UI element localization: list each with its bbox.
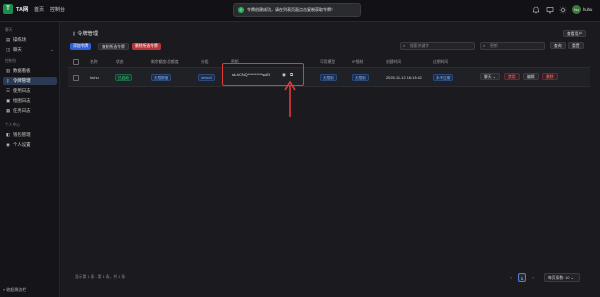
sidebar-item-label: 操练场 <box>13 37 27 42</box>
key-search-input[interactable]: ⌕ 密钥 <box>480 42 545 50</box>
collapse-sidebar-button[interactable]: « 收起侧边栏 <box>3 287 26 293</box>
keyword-search-input[interactable]: ⌕ 搜索关键字 <box>400 42 475 50</box>
col-status[interactable]: 状态 <box>116 58 124 66</box>
col-group[interactable]: 分组 <box>201 58 209 66</box>
sidebar-group-console: 控制台 <box>5 59 17 63</box>
pagination-summary: 显示第 1 条 - 第 1 条，共 1 条 <box>75 275 126 279</box>
models-badge: 无限制 <box>320 74 337 81</box>
next-page-icon[interactable]: › <box>530 273 536 282</box>
user-icon: ◉ <box>6 142 10 147</box>
add-token-button[interactable]: 添加令牌 <box>70 43 92 50</box>
col-created[interactable]: 创建时间 <box>386 58 401 66</box>
col-expire[interactable]: 过期时间 <box>433 58 448 66</box>
page-1[interactable]: 1 <box>518 273 526 282</box>
app-logo[interactable]: T <box>3 4 13 14</box>
list-icon: ☰ <box>6 88 11 93</box>
eye-icon[interactable]: ◉ <box>282 72 286 78</box>
success-toast: ✓ 令牌创建成功，请在列表页面点击复制获取令牌！ <box>233 3 361 17</box>
task-icon: ▦ <box>6 108 11 113</box>
toast-text: 令牌创建成功，请在列表页面点击复制获取令牌！ <box>247 7 335 12</box>
chevron-down-icon: ⌄ <box>570 276 574 280</box>
token-table: 名称 状态 剩余额度/总额度 分组 密钥 可用模型 IP限制 创建时间 过期时间… <box>68 58 593 268</box>
top-bar: T TA网 首页 控制台 ✓ 令牌创建成功，请在列表页面点击复制获取令牌！ hu… <box>0 0 600 22</box>
created-time: 2025-11-12 16:13:42 <box>386 75 422 80</box>
query-button[interactable]: 查询 <box>550 42 566 49</box>
copy-selected-button[interactable]: 复制所选令牌 <box>98 43 129 50</box>
key-icon: ⚷ <box>6 78 10 83</box>
col-ip[interactable]: IP限制 <box>352 58 363 66</box>
col-name[interactable]: 名称 <box>90 58 98 66</box>
delete-button[interactable]: 删除 <box>542 73 558 80</box>
wallet-icon: ◧ <box>6 132 11 137</box>
sidebar-item-task-log[interactable]: ▦ 任务日志 <box>3 107 57 115</box>
sidebar-item-usage-log[interactable]: ☰ 使用日志 <box>3 87 57 95</box>
prev-page-icon[interactable]: ‹ <box>508 273 514 282</box>
status-badge: 已启用 <box>115 74 132 81</box>
delete-selected-button[interactable]: 删除所选令牌 <box>132 43 161 50</box>
monitor-icon[interactable] <box>546 6 554 14</box>
sidebar-item-drawing-log[interactable]: ▣ 绘图日志 <box>3 97 57 105</box>
app-title[interactable]: TA网 <box>16 5 28 13</box>
token-name: huhu <box>90 75 99 80</box>
search-icon: ⌕ <box>403 44 406 48</box>
expire-badge: 永不过期 <box>433 74 454 81</box>
sidebar-item-tokens[interactable]: ⚷ 令牌管理 <box>3 77 57 85</box>
sidebar-item-label: 任务日志 <box>13 108 31 113</box>
sidebar-group-personal: 个人中心 <box>5 123 21 127</box>
sun-icon[interactable] <box>559 6 567 14</box>
copy-icon[interactable]: ⧉ <box>290 72 293 77</box>
check-circle-icon: ✓ <box>238 7 244 13</box>
sidebar-item-dashboard[interactable]: ▥ 数据看板 <box>3 67 57 75</box>
user-avatar[interactable]: hu <box>572 5 581 14</box>
layers-icon: ▤ <box>6 37 11 42</box>
sidebar-item-label: 令牌管理 <box>13 78 31 83</box>
page-title-text: 令牌管理 <box>77 31 99 37</box>
sidebar-item-label: 使用日志 <box>13 88 31 93</box>
ip-badge: 无限制 <box>352 74 369 81</box>
table-row[interactable]: huhu 已启用 无限额度 default 无限制 无限制 2025-11-12… <box>68 67 590 87</box>
sidebar-item-label: 数据看板 <box>13 68 31 73</box>
edit-button[interactable]: 编辑 <box>523 73 539 80</box>
row-checkbox[interactable] <box>73 75 79 81</box>
nav-home[interactable]: 首页 <box>34 6 44 13</box>
sidebar: 聊天 ▤ 操练场 ◫ 聊天 ⌄ 控制台 ▥ 数据看板 ⚷ 令牌管理 ☰ 使用日志… <box>0 22 60 297</box>
chart-icon: ▥ <box>6 68 11 73</box>
sidebar-item-settings[interactable]: ◉ 个人设置 <box>3 141 57 149</box>
sidebar-item-label: 聊天 <box>13 47 22 52</box>
sidebar-item-wallet[interactable]: ◧ 钱包管理 <box>3 131 57 139</box>
chat-icon: ◫ <box>6 47 11 52</box>
sidebar-item-playground[interactable]: ▤ 操练场 <box>3 36 57 44</box>
main-panel: ⚷ 令牌管理 查看用户 添加令牌 复制所选令牌 删除所选令牌 ⌕ 搜索关键字 ⌕… <box>60 22 600 297</box>
chevron-down-icon: ⌄ <box>50 47 54 52</box>
col-quota[interactable]: 剩余额度/总额度 <box>151 58 179 66</box>
sidebar-item-label: 绘图日志 <box>13 98 31 103</box>
sidebar-item-chat[interactable]: ◫ 聊天 ⌄ <box>3 46 57 54</box>
view-users-button[interactable]: 查看用户 <box>563 30 587 37</box>
page-title: ⚷ 令牌管理 <box>72 30 98 37</box>
image-icon: ▣ <box>6 98 11 103</box>
reset-button[interactable]: 重置 <box>568 42 584 49</box>
chevron-down-icon: ⌄ <box>492 75 496 79</box>
collapse-label: 收起侧边栏 <box>6 287 27 292</box>
user-name[interactable]: huhu <box>583 7 592 12</box>
quota-badge: 无限额度 <box>151 74 172 81</box>
group-badge: default <box>198 74 215 81</box>
arrow-indicator-icon <box>284 80 296 117</box>
sidebar-item-label: 个人设置 <box>13 142 31 147</box>
sidebar-group-chat: 聊天 <box>5 28 13 32</box>
nav-console[interactable]: 控制台 <box>50 6 65 13</box>
sidebar-item-label: 钱包管理 <box>13 132 31 137</box>
token-key: sk-hCNQ**********suEt <box>232 73 270 77</box>
col-models[interactable]: 可用模型 <box>320 58 335 66</box>
bell-icon[interactable] <box>532 6 540 14</box>
chat-dropdown-button[interactable]: 聊天 ⌄ <box>480 73 500 80</box>
page-size-select[interactable]: 每页条数: 10 ⌄ <box>544 273 580 282</box>
disable-button[interactable]: 禁用 <box>504 73 520 80</box>
collapse-icon: « <box>3 287 6 292</box>
search-icon: ⌕ <box>483 44 486 48</box>
select-all-checkbox[interactable] <box>73 59 79 65</box>
